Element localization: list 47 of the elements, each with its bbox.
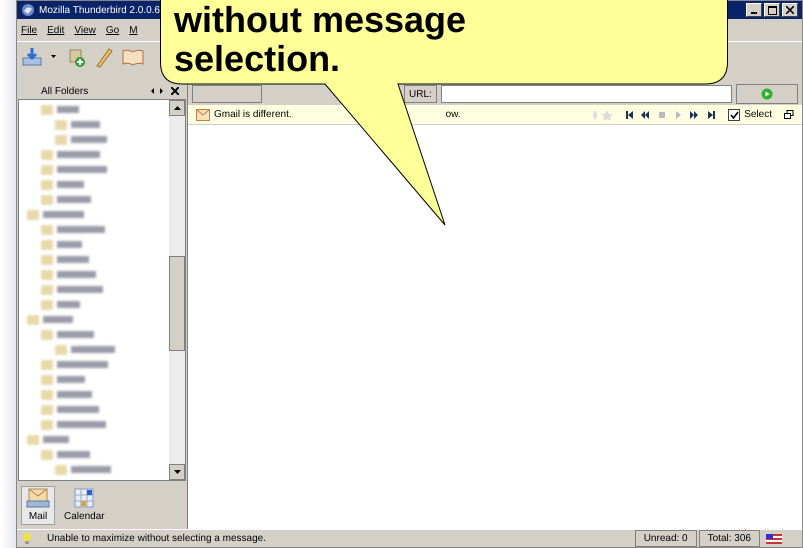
check-icon xyxy=(730,110,739,118)
media-controls-icon[interactable] xyxy=(626,110,716,118)
menu-item[interactable]: View xyxy=(74,22,96,38)
scroll-up-button[interactable] xyxy=(169,100,185,116)
menu-item[interactable]: M xyxy=(129,22,138,38)
inbox-download-icon[interactable] xyxy=(21,46,43,68)
select-checkbox[interactable]: Select xyxy=(728,107,772,122)
back-button[interactable] xyxy=(192,85,262,103)
go-button[interactable] xyxy=(736,84,798,104)
menu-item[interactable]: Edit xyxy=(47,22,64,38)
pencil-icon[interactable] xyxy=(94,46,114,68)
maximize-button[interactable] xyxy=(764,3,780,17)
status-message: Unable to maximize without selecting a message. xyxy=(47,532,267,546)
close-button[interactable] xyxy=(782,3,798,17)
url-field[interactable] xyxy=(440,85,732,103)
close-icon[interactable] xyxy=(171,87,179,95)
scroll-thumb[interactable] xyxy=(169,256,185,351)
envelope-icon xyxy=(26,487,50,509)
url-label: URL: xyxy=(404,85,437,103)
envelope-icon xyxy=(196,108,210,120)
calendar-icon xyxy=(73,487,96,509)
mode-button[interactable]: Calendar xyxy=(59,486,110,525)
menu-item[interactable]: File xyxy=(21,22,38,38)
lightbulb-icon xyxy=(21,532,33,546)
open-book-icon[interactable] xyxy=(122,46,144,66)
mode-button[interactable]: Mail xyxy=(21,486,55,525)
go-icon xyxy=(761,88,773,100)
callout-text: without message xyxy=(174,0,466,39)
menu-item[interactable]: Go xyxy=(106,22,120,38)
notification-text: ow. xyxy=(446,108,461,122)
notification-text: Gmail is different. xyxy=(214,108,292,122)
close-icon xyxy=(786,6,794,14)
scroll-down-button[interactable] xyxy=(169,464,185,480)
total-count: Total: 306 xyxy=(698,530,760,547)
flame-star-icon[interactable] xyxy=(590,108,614,120)
unread-count: Unread: 0 xyxy=(634,530,697,547)
callout-text: selection. xyxy=(174,39,340,78)
down-arrow-icon xyxy=(174,470,180,474)
sidebar-header: All Folders xyxy=(41,84,88,98)
restore-icon[interactable] xyxy=(784,110,794,119)
arrows-icon[interactable] xyxy=(151,88,163,94)
minimize-button[interactable] xyxy=(746,3,762,17)
up-arrow-icon xyxy=(174,106,180,110)
caret-icon[interactable] xyxy=(51,54,56,58)
window-title: Mozilla Thunderbird 2.0.0.6 xyxy=(39,4,160,18)
flag-icon xyxy=(766,534,782,544)
maximize-icon xyxy=(768,6,776,14)
